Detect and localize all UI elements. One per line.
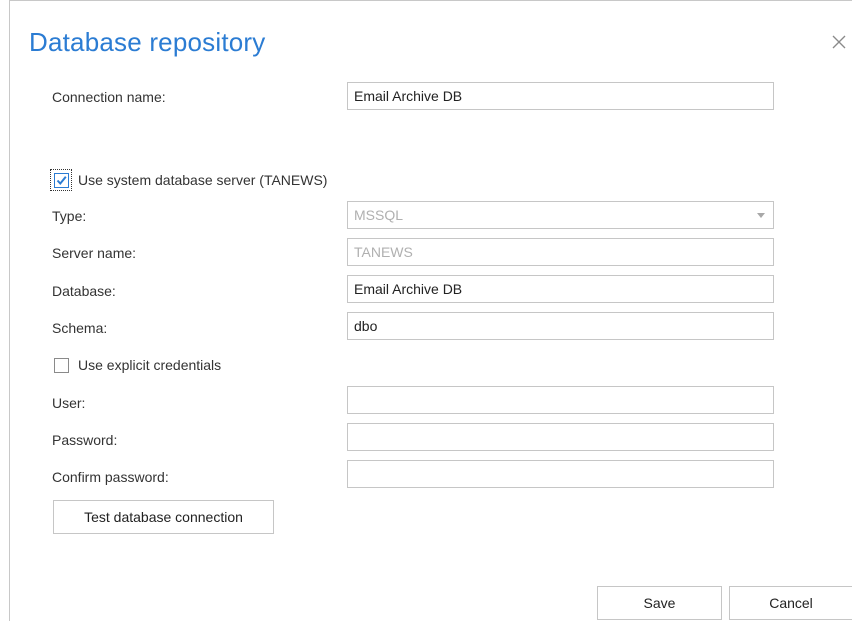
server-name-field: TANEWS [347, 238, 774, 266]
user-label: User: [52, 395, 86, 411]
database-repository-dialog: Database repository Connection name: Ema… [9, 0, 852, 621]
close-icon[interactable] [830, 33, 848, 51]
type-label: Type: [52, 208, 87, 224]
confirm-password-field[interactable] [347, 460, 774, 488]
use-system-server-checkbox[interactable] [54, 173, 69, 188]
dialog-title: Database repository [29, 27, 266, 57]
type-select: MSSQL [347, 201, 774, 229]
password-label: Password: [52, 432, 118, 448]
test-database-connection-button[interactable]: Test database connection [53, 500, 274, 534]
connection-name-label: Connection name: [52, 89, 166, 105]
use-system-server-label: Use system database server (TANEWS) [78, 172, 328, 188]
cancel-button[interactable]: Cancel [729, 586, 852, 620]
chevron-down-icon [757, 213, 765, 218]
connection-name-field[interactable]: Email Archive DB [347, 82, 774, 110]
user-field[interactable] [347, 386, 774, 414]
schema-label: Schema: [52, 320, 108, 336]
database-field[interactable]: Email Archive DB [347, 275, 774, 303]
server-name-label: Server name: [52, 245, 137, 261]
checkmark-icon [56, 176, 67, 186]
type-select-value: MSSQL [354, 207, 404, 223]
schema-field[interactable]: dbo [347, 312, 774, 340]
use-explicit-credentials-label: Use explicit credentials [78, 357, 222, 373]
save-button[interactable]: Save [597, 586, 722, 620]
database-label: Database: [52, 283, 116, 299]
confirm-password-label: Confirm password: [52, 469, 169, 485]
use-explicit-credentials-checkbox[interactable] [54, 358, 69, 373]
password-field[interactable] [347, 423, 774, 451]
